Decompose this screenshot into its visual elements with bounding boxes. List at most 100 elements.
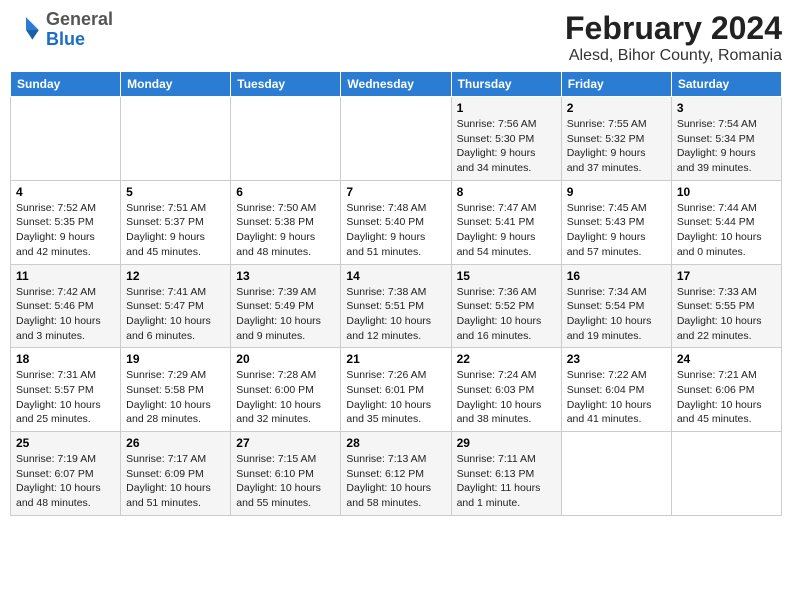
calendar-cell: 8 Sunrise: 7:47 AM Sunset: 5:41 PM Daylig…	[451, 180, 561, 264]
page-header: General Blue February 2024 Alesd, Bihor …	[10, 10, 782, 65]
header-row: Sunday Monday Tuesday Wednesday Thursday…	[11, 72, 782, 97]
calendar-cell	[671, 432, 781, 516]
day-number: 8	[457, 185, 556, 199]
calendar-cell: 22 Sunrise: 7:24 AM Sunset: 6:03 PM Dayli…	[451, 348, 561, 432]
day-info: Sunrise: 7:21 AM Sunset: 6:06 PM Dayligh…	[677, 368, 776, 427]
calendar-cell: 6Sunrise: 7:50 AM Sunset: 5:38 PM Daylig…	[231, 180, 341, 264]
day-number: 15	[457, 269, 556, 283]
day-info: Sunrise: 7:52 AM Sunset: 5:35 PM Dayligh…	[16, 201, 115, 260]
day-number: 22	[457, 352, 556, 366]
day-number: 3	[677, 101, 776, 115]
day-info: Sunrise: 7:51 AM Sunset: 5:37 PM Dayligh…	[126, 201, 225, 260]
day-number: 13	[236, 269, 335, 283]
day-info: Sunrise: 7:44 AM Sunset: 5:44 PM Dayligh…	[677, 201, 776, 260]
calendar-cell	[341, 97, 451, 181]
day-info: Sunrise: 7:47 AM Sunset: 5:41 PM Dayligh…	[457, 201, 556, 260]
day-number: 14	[346, 269, 445, 283]
day-info: Sunrise: 7:29 AM Sunset: 5:58 PM Dayligh…	[126, 368, 225, 427]
calendar-cell	[561, 432, 671, 516]
col-monday: Monday	[121, 72, 231, 97]
day-info: Sunrise: 7:31 AM Sunset: 5:57 PM Dayligh…	[16, 368, 115, 427]
day-info: Sunrise: 7:11 AM Sunset: 6:13 PM Dayligh…	[457, 452, 556, 511]
day-number: 19	[126, 352, 225, 366]
day-info: Sunrise: 7:26 AM Sunset: 6:01 PM Dayligh…	[346, 368, 445, 427]
calendar-cell: 29 Sunrise: 7:11 AM Sunset: 6:13 PM Dayli…	[451, 432, 561, 516]
calendar-cell: 11 Sunrise: 7:42 AM Sunset: 5:46 PM Dayli…	[11, 264, 121, 348]
calendar-cell: 4Sunrise: 7:52 AM Sunset: 5:35 PM Daylig…	[11, 180, 121, 264]
logo: General Blue	[10, 10, 113, 50]
calendar-cell: 18 Sunrise: 7:31 AM Sunset: 5:57 PM Dayli…	[11, 348, 121, 432]
day-info: Sunrise: 7:15 AM Sunset: 6:10 PM Dayligh…	[236, 452, 335, 511]
calendar-cell: 14Sunrise: 7:38 AM Sunset: 5:51 PM Dayli…	[341, 264, 451, 348]
page-title: February 2024	[565, 10, 782, 47]
day-info: Sunrise: 7:41 AM Sunset: 5:47 PM Dayligh…	[126, 285, 225, 344]
calendar-body: 1 Sunrise: 7:56 AM Sunset: 5:30 PM Daylig…	[11, 97, 782, 516]
calendar-cell: 23 Sunrise: 7:22 AM Sunset: 6:04 PM Dayli…	[561, 348, 671, 432]
calendar-cell: 17 Sunrise: 7:33 AM Sunset: 5:55 PM Dayli…	[671, 264, 781, 348]
day-info: Sunrise: 7:22 AM Sunset: 6:04 PM Dayligh…	[567, 368, 666, 427]
day-info: Sunrise: 7:45 AM Sunset: 5:43 PM Dayligh…	[567, 201, 666, 260]
day-number: 18	[16, 352, 115, 366]
col-sunday: Sunday	[11, 72, 121, 97]
day-number: 7	[346, 185, 445, 199]
calendar-cell: 9Sunrise: 7:45 AM Sunset: 5:43 PM Daylig…	[561, 180, 671, 264]
logo-blue: Blue	[46, 29, 85, 49]
day-info: Sunrise: 7:33 AM Sunset: 5:55 PM Dayligh…	[677, 285, 776, 344]
day-number: 11	[16, 269, 115, 283]
day-number: 29	[457, 436, 556, 450]
day-info: Sunrise: 7:28 AM Sunset: 6:00 PM Dayligh…	[236, 368, 335, 427]
calendar-cell	[11, 97, 121, 181]
day-info: Sunrise: 7:54 AM Sunset: 5:34 PM Dayligh…	[677, 117, 776, 176]
logo-text: General Blue	[46, 10, 113, 50]
calendar-cell: 10 Sunrise: 7:44 AM Sunset: 5:44 PM Dayli…	[671, 180, 781, 264]
calendar-cell	[231, 97, 341, 181]
day-number: 24	[677, 352, 776, 366]
day-info: Sunrise: 7:56 AM Sunset: 5:30 PM Dayligh…	[457, 117, 556, 176]
calendar-cell: 3 Sunrise: 7:54 AM Sunset: 5:34 PM Daylig…	[671, 97, 781, 181]
col-saturday: Saturday	[671, 72, 781, 97]
calendar-cell: 7Sunrise: 7:48 AM Sunset: 5:40 PM Daylig…	[341, 180, 451, 264]
day-info: Sunrise: 7:36 AM Sunset: 5:52 PM Dayligh…	[457, 285, 556, 344]
day-number: 26	[126, 436, 225, 450]
calendar-cell: 13 Sunrise: 7:39 AM Sunset: 5:49 PM Dayli…	[231, 264, 341, 348]
day-number: 12	[126, 269, 225, 283]
day-number: 20	[236, 352, 335, 366]
day-number: 27	[236, 436, 335, 450]
day-info: Sunrise: 7:24 AM Sunset: 6:03 PM Dayligh…	[457, 368, 556, 427]
col-wednesday: Wednesday	[341, 72, 451, 97]
day-number: 21	[346, 352, 445, 366]
calendar-cell: 2 Sunrise: 7:55 AM Sunset: 5:32 PM Daylig…	[561, 97, 671, 181]
day-info: Sunrise: 7:55 AM Sunset: 5:32 PM Dayligh…	[567, 117, 666, 176]
calendar-table: Sunday Monday Tuesday Wednesday Thursday…	[10, 71, 782, 516]
calendar-cell: 26Sunrise: 7:17 AM Sunset: 6:09 PM Dayli…	[121, 432, 231, 516]
calendar-cell: 24 Sunrise: 7:21 AM Sunset: 6:06 PM Dayli…	[671, 348, 781, 432]
calendar-cell: 25Sunrise: 7:19 AM Sunset: 6:07 PM Dayli…	[11, 432, 121, 516]
logo-general: General	[46, 9, 113, 29]
calendar-cell: 5Sunrise: 7:51 AM Sunset: 5:37 PM Daylig…	[121, 180, 231, 264]
day-info: Sunrise: 7:39 AM Sunset: 5:49 PM Dayligh…	[236, 285, 335, 344]
day-info: Sunrise: 7:42 AM Sunset: 5:46 PM Dayligh…	[16, 285, 115, 344]
calendar-header: Sunday Monday Tuesday Wednesday Thursday…	[11, 72, 782, 97]
logo-icon	[10, 14, 42, 46]
day-info: Sunrise: 7:19 AM Sunset: 6:07 PM Dayligh…	[16, 452, 115, 511]
calendar-cell: 19 Sunrise: 7:29 AM Sunset: 5:58 PM Dayli…	[121, 348, 231, 432]
day-number: 28	[346, 436, 445, 450]
calendar-week-3: 11 Sunrise: 7:42 AM Sunset: 5:46 PM Dayli…	[11, 264, 782, 348]
day-info: Sunrise: 7:50 AM Sunset: 5:38 PM Dayligh…	[236, 201, 335, 260]
day-number: 1	[457, 101, 556, 115]
day-number: 2	[567, 101, 666, 115]
calendar-cell: 28 Sunrise: 7:13 AM Sunset: 6:12 PM Dayli…	[341, 432, 451, 516]
calendar-cell: 1 Sunrise: 7:56 AM Sunset: 5:30 PM Daylig…	[451, 97, 561, 181]
day-info: Sunrise: 7:34 AM Sunset: 5:54 PM Dayligh…	[567, 285, 666, 344]
col-friday: Friday	[561, 72, 671, 97]
day-number: 23	[567, 352, 666, 366]
calendar-cell: 12 Sunrise: 7:41 AM Sunset: 5:47 PM Dayli…	[121, 264, 231, 348]
day-number: 17	[677, 269, 776, 283]
day-info: Sunrise: 7:13 AM Sunset: 6:12 PM Dayligh…	[346, 452, 445, 511]
col-tuesday: Tuesday	[231, 72, 341, 97]
calendar-cell: 20 Sunrise: 7:28 AM Sunset: 6:00 PM Dayli…	[231, 348, 341, 432]
calendar-week-2: 4Sunrise: 7:52 AM Sunset: 5:35 PM Daylig…	[11, 180, 782, 264]
day-number: 10	[677, 185, 776, 199]
calendar-cell: 15 Sunrise: 7:36 AM Sunset: 5:52 PM Dayli…	[451, 264, 561, 348]
day-number: 16	[567, 269, 666, 283]
